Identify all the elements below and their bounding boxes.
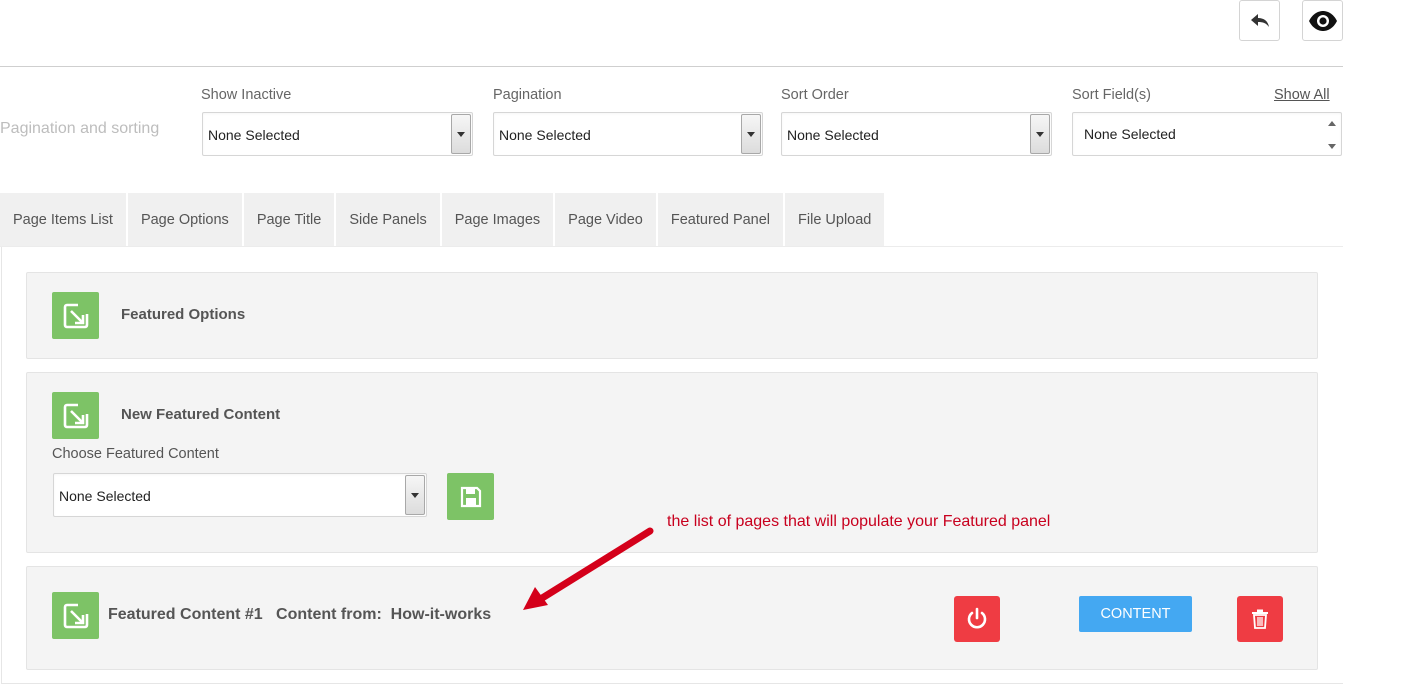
preview-button[interactable] xyxy=(1302,0,1343,41)
tab-page-options[interactable]: Page Options xyxy=(127,193,242,247)
expand-panel-button[interactable] xyxy=(52,392,99,439)
undo-button[interactable] xyxy=(1239,0,1280,41)
scroll-spinner[interactable] xyxy=(1327,119,1337,151)
dropdown-arrow[interactable] xyxy=(1030,114,1050,154)
pagination-value: None Selected xyxy=(499,127,591,143)
sort-fields-label: Sort Field(s) xyxy=(1072,87,1151,103)
expand-icon xyxy=(63,603,88,628)
content-border xyxy=(1,247,2,683)
chevron-down-icon xyxy=(1036,131,1044,137)
scroll-down-icon[interactable] xyxy=(1328,144,1336,149)
expand-panel-button[interactable] xyxy=(52,292,99,339)
tab-side-panels[interactable]: Side Panels xyxy=(336,193,440,247)
featured-content-value: None Selected xyxy=(59,488,151,504)
undo-arrow-icon xyxy=(1250,13,1269,27)
content-from-text: Content from: How-it-works xyxy=(276,606,492,623)
sort-fields-value: None Selected xyxy=(1084,126,1176,142)
pagination-sorting-label: Pagination and sorting xyxy=(0,120,160,137)
choose-featured-content-label: Choose Featured Content xyxy=(52,446,219,462)
delete-button[interactable] xyxy=(1237,596,1283,642)
dropdown-arrow[interactable] xyxy=(451,114,471,154)
tab-page-video[interactable]: Page Video xyxy=(555,193,656,247)
tab-page-title[interactable]: Page Title xyxy=(243,193,335,247)
featured-options-title: Featured Options xyxy=(121,306,246,323)
show-inactive-select[interactable]: None Selected xyxy=(202,112,473,156)
featured-content-select[interactable]: None Selected xyxy=(53,473,427,517)
power-icon xyxy=(967,607,987,629)
trash-icon xyxy=(1252,609,1268,629)
scroll-up-icon[interactable] xyxy=(1328,121,1336,126)
chevron-down-icon xyxy=(457,131,465,137)
pagination-select[interactable]: None Selected xyxy=(493,112,763,156)
sort-order-label: Sort Order xyxy=(781,87,849,103)
sort-order-select[interactable]: None Selected xyxy=(781,112,1052,156)
featured-content-number: Featured Content #1 xyxy=(108,606,263,623)
tab-divider xyxy=(0,246,1343,247)
content-button[interactable]: CONTENT xyxy=(1079,596,1192,632)
sort-fields-select[interactable]: None Selected xyxy=(1072,112,1342,156)
show-inactive-label: Show Inactive xyxy=(201,87,292,103)
toggle-active-button[interactable] xyxy=(954,596,1000,642)
pagination-label: Pagination xyxy=(493,87,562,103)
dropdown-arrow[interactable] xyxy=(405,475,425,515)
chevron-down-icon xyxy=(411,492,419,498)
featured-content-item-panel: Featured Content #1 Content from: How-it… xyxy=(26,566,1318,670)
expand-icon xyxy=(63,403,88,428)
tab-featured-panel[interactable]: Featured Panel xyxy=(657,193,784,247)
tab-bar: Page Items List Page Options Page Title … xyxy=(0,193,886,247)
save-button[interactable] xyxy=(447,473,494,520)
floppy-disk-icon xyxy=(460,486,481,507)
featured-options-panel: Featured Options xyxy=(26,272,1318,359)
featured-content-title: Featured Content #1 Content from: How-it… xyxy=(108,606,491,624)
tab-page-items-list[interactable]: Page Items List xyxy=(0,193,126,247)
page: Pagination and sorting Show Inactive Pag… xyxy=(0,0,1420,699)
new-featured-content-title: New Featured Content xyxy=(121,406,281,423)
sort-order-value: None Selected xyxy=(787,127,879,143)
annotation-text: the list of pages that will populate you… xyxy=(667,513,1051,530)
show-all-link[interactable]: Show All xyxy=(1274,87,1330,103)
tab-file-upload[interactable]: File Upload xyxy=(785,193,885,247)
tab-page-images[interactable]: Page Images xyxy=(441,193,554,247)
eye-icon xyxy=(1308,10,1337,31)
chevron-down-icon xyxy=(747,131,755,137)
expand-icon xyxy=(63,303,88,328)
expand-panel-button[interactable] xyxy=(52,592,99,639)
annotation-arrow-icon xyxy=(523,527,654,610)
content-border xyxy=(1,683,1343,684)
dropdown-arrow[interactable] xyxy=(741,114,761,154)
top-divider xyxy=(0,66,1343,67)
show-inactive-value: None Selected xyxy=(208,127,300,143)
